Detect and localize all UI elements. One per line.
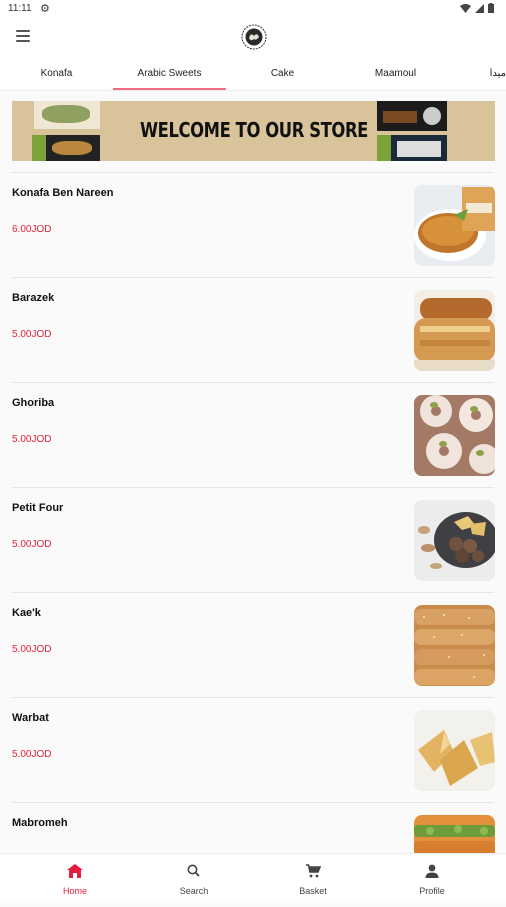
banner-photo-topright — [377, 101, 447, 131]
product-price: 5.00JOD — [12, 644, 52, 655]
product-name: Barazek — [12, 292, 55, 304]
product-item[interactable]: Konafa Ben Nareen 6.00JOD — [0, 173, 506, 277]
nav-search-label: Search — [179, 886, 209, 896]
banner-photo-bottomright — [377, 135, 447, 161]
tab-maamoul[interactable]: Maamoul — [339, 60, 452, 90]
product-image — [414, 500, 495, 581]
product-item[interactable]: Warbat 5.00JOD — [0, 698, 506, 802]
product-image — [414, 605, 495, 686]
product-image — [414, 710, 495, 791]
banner-photo-topleft — [34, 101, 100, 129]
status-time: 11:11 — [8, 3, 32, 14]
bottom-navigation: Home Search Basket Profile — [0, 853, 506, 901]
tab-cake[interactable]: Cake — [226, 60, 339, 90]
product-image — [414, 395, 495, 476]
banner-photo-bottomleft — [32, 135, 100, 161]
battery-icon — [488, 3, 494, 13]
app-bar — [0, 18, 506, 60]
nav-home[interactable]: Home — [12, 854, 138, 901]
nav-home-label: Home — [62, 886, 87, 896]
product-item[interactable]: Barazek 5.00JOD — [0, 278, 506, 382]
menu-icon[interactable] — [16, 30, 30, 42]
cart-icon — [306, 864, 322, 878]
settings-icon: ⚙ — [40, 3, 50, 15]
product-price: 5.00JOD — [12, 434, 52, 445]
product-price: 5.00JOD — [12, 749, 52, 760]
store-logo — [241, 24, 267, 50]
nav-profile-label: Profile — [419, 886, 445, 896]
product-name: Warbat — [12, 712, 49, 724]
product-item[interactable]: Kae'k 5.00JOD — [0, 593, 506, 697]
product-name: Ghoriba — [12, 397, 55, 409]
product-name: Konafa Ben Nareen — [12, 187, 114, 199]
wifi-icon — [460, 3, 471, 13]
nav-search[interactable]: Search — [131, 854, 257, 901]
status-icons — [460, 3, 494, 13]
product-price: 5.00JOD — [12, 539, 52, 550]
product-image — [414, 185, 495, 266]
nav-basket[interactable]: Basket — [250, 854, 376, 901]
banner-title: WELCOME TO OUR STORE — [140, 118, 368, 142]
status-bar: 11:11 ⚙ — [0, 0, 506, 18]
tab-arabic-partial[interactable]: ميدا — [476, 60, 506, 90]
product-name: Kae'k — [12, 607, 41, 619]
welcome-banner[interactable]: WELCOME TO OUR STORE — [12, 101, 495, 161]
product-price: 6.00JOD — [12, 224, 52, 235]
tab-konafa[interactable]: Konafa — [0, 60, 113, 90]
home-icon — [67, 864, 83, 878]
product-price: 5.00JOD — [12, 329, 52, 340]
product-name: Mabromeh — [12, 817, 68, 829]
product-name: Petit Four — [12, 502, 64, 514]
search-icon — [187, 864, 200, 877]
signal-icon — [475, 3, 484, 13]
nav-basket-label: Basket — [299, 886, 327, 896]
tab-arabic-sweets[interactable]: Arabic Sweets — [113, 60, 226, 90]
person-icon — [425, 864, 439, 878]
product-item[interactable]: Ghoriba 5.00JOD — [0, 383, 506, 487]
product-item[interactable]: Petit Four 5.00JOD — [0, 488, 506, 592]
product-list: Konafa Ben Nareen 6.00JOD Barazek 5.00JO… — [0, 172, 506, 907]
nav-profile[interactable]: Profile — [369, 854, 495, 901]
category-tabs: Konafa Arabic Sweets Cake Maamoul ميدا — [0, 60, 506, 91]
product-image — [414, 290, 495, 371]
